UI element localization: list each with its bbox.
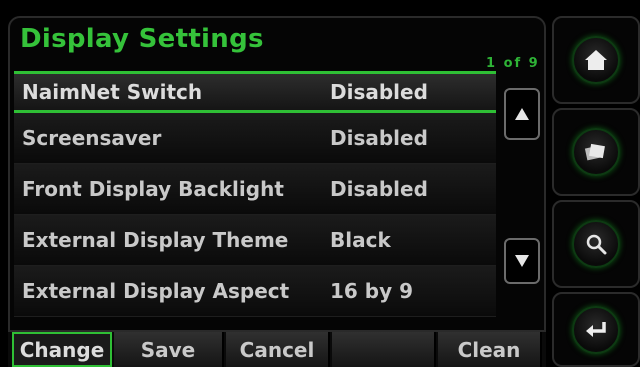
scroll-down-button[interactable] — [504, 238, 540, 284]
enter-button[interactable] — [552, 292, 640, 367]
settings-row-naimnet-switch[interactable]: NaimNet Switch Disabled — [14, 71, 496, 113]
triangle-up-icon — [515, 108, 529, 120]
settings-row-front-display-backlight[interactable]: Front Display Backlight Disabled — [14, 164, 496, 215]
change-button[interactable]: Change — [12, 332, 112, 367]
setting-label: Front Display Backlight — [22, 177, 284, 201]
clean-button[interactable]: Clean — [438, 332, 542, 367]
scroll-up-button[interactable] — [504, 88, 540, 140]
home-button-circle — [572, 36, 620, 84]
settings-row-external-display-aspect[interactable]: External Display Aspect 16 by 9 — [14, 266, 496, 317]
settings-row-external-display-theme[interactable]: External Display Theme Black — [14, 215, 496, 266]
setting-value: 16 by 9 — [330, 279, 414, 303]
settings-row-screensaver[interactable]: Screensaver Disabled — [14, 113, 496, 164]
search-button-circle — [572, 220, 620, 268]
albums-icon — [584, 143, 605, 161]
search-button[interactable] — [552, 200, 640, 288]
page-indicator: 1 of 9 — [486, 56, 540, 71]
home-button[interactable] — [552, 16, 640, 104]
setting-value: Disabled — [330, 80, 428, 104]
setting-value: Disabled — [330, 126, 428, 150]
screen: Display Settings 1 of 9 NaimNet Switch D… — [0, 0, 640, 367]
blank-button[interactable] — [332, 332, 436, 367]
page-title: Display Settings — [20, 24, 264, 54]
triangle-down-icon — [515, 255, 529, 267]
save-button[interactable]: Save — [114, 332, 224, 367]
enter-button-circle — [572, 305, 620, 354]
setting-label: NaimNet Switch — [22, 80, 203, 104]
albums-button-circle — [572, 128, 620, 176]
home-icon — [585, 50, 607, 70]
search-icon — [586, 234, 607, 255]
enter-icon — [586, 321, 606, 337]
setting-label: External Display Theme — [22, 228, 289, 252]
setting-label: External Display Aspect — [22, 279, 290, 303]
setting-label: Screensaver — [22, 126, 162, 150]
setting-value: Disabled — [330, 177, 428, 201]
settings-list: NaimNet Switch Disabled Screensaver Disa… — [14, 71, 496, 317]
setting-value: Black — [330, 228, 391, 252]
albums-button[interactable] — [552, 108, 640, 196]
cancel-button[interactable]: Cancel — [226, 332, 330, 367]
